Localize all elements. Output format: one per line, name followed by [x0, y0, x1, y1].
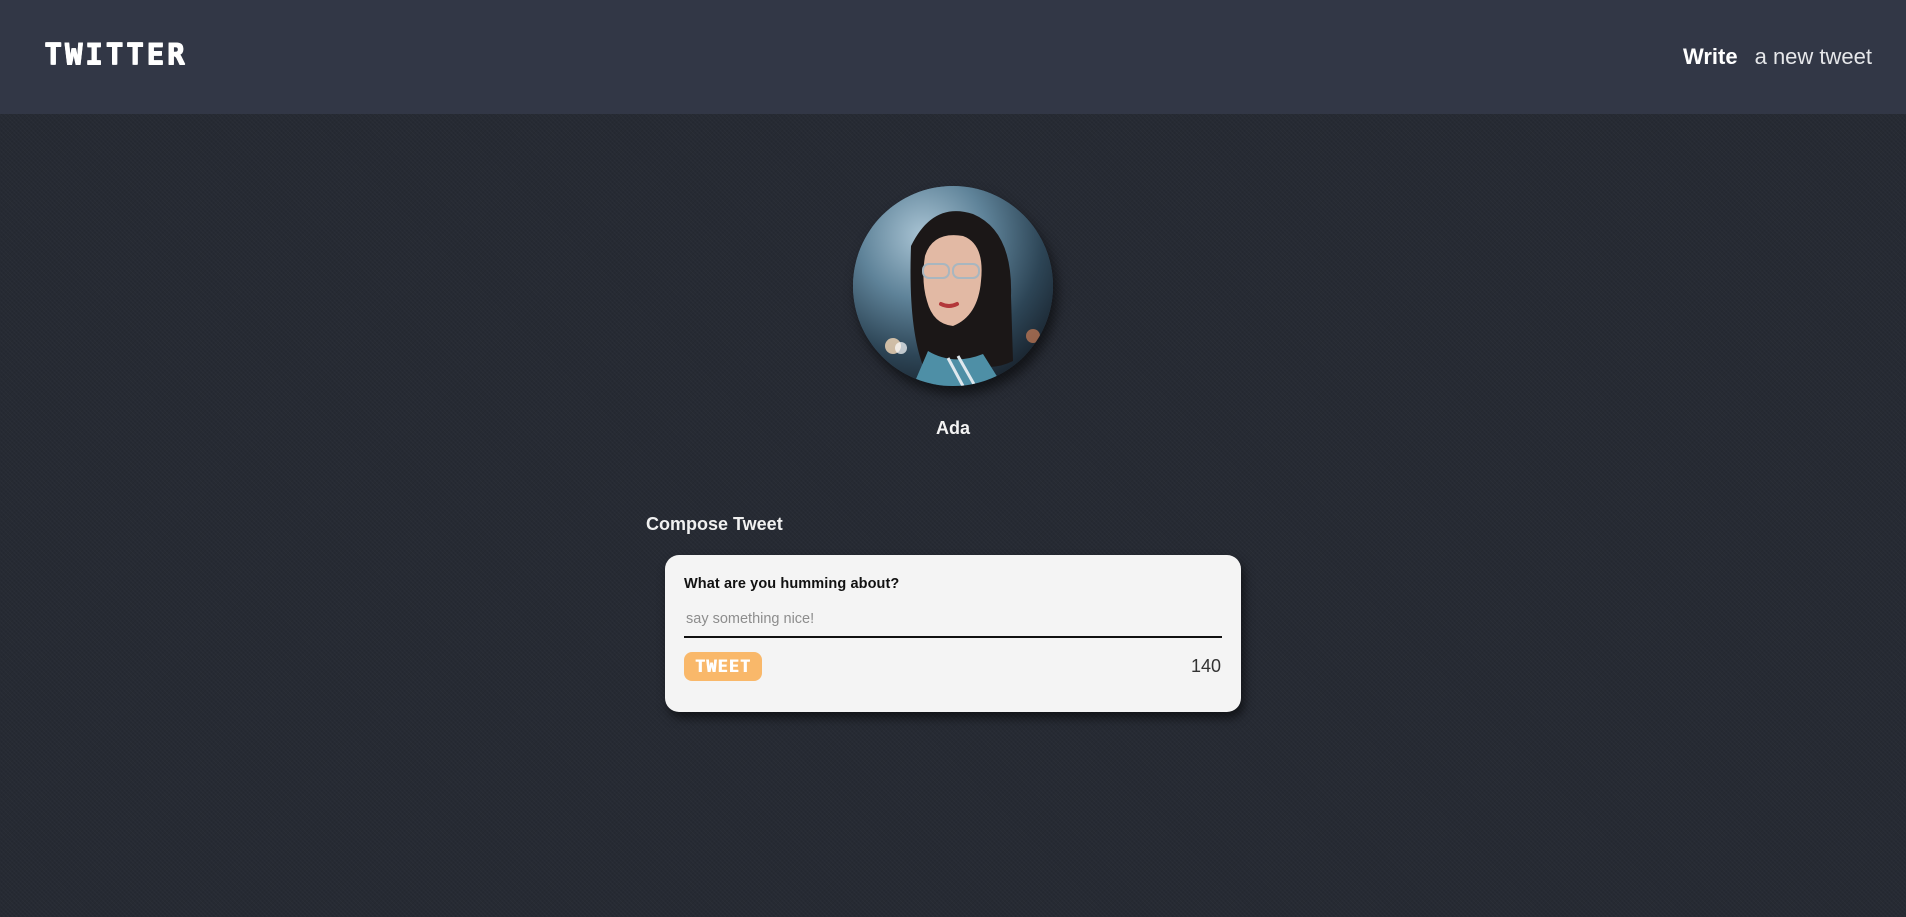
tweet-prompt-label: What are you humming about? [684, 576, 900, 592]
nav-new-tweet-label: a new tweet [1754, 44, 1872, 69]
tweet-text-input[interactable] [684, 607, 1222, 638]
nav-write-label: Write [1682, 44, 1738, 69]
top-navigation-bar: TWITTER Write a new tweet [0, 0, 1906, 114]
compose-tweet-card: What are you humming about? TWEET 140 [665, 555, 1241, 712]
profile-username: Ada [935, 418, 970, 438]
avatar-portrait-image [853, 186, 1053, 386]
tweet-submit-button[interactable]: TWEET [684, 652, 762, 681]
compose-tweet-heading: Compose Tweet [646, 514, 783, 534]
write-new-tweet-link[interactable]: Write a new tweet [1683, 44, 1872, 70]
twitter-logo[interactable]: TWITTER [44, 37, 187, 71]
compose-footer: TWEET 140 [684, 652, 1222, 681]
avatar [853, 186, 1053, 386]
profile-section: Ada [853, 186, 1053, 439]
character-counter: 140 [1190, 656, 1221, 676]
